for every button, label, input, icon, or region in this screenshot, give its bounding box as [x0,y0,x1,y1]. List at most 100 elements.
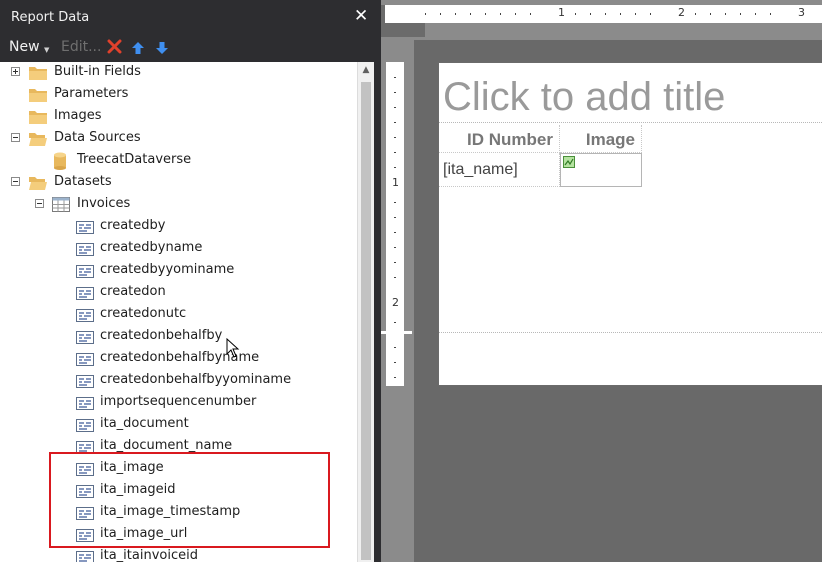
ruler-tick [770,13,771,15]
field-label: ita_document [100,416,189,431]
vertical-ruler: 1 2 [386,62,404,386]
field-icon [76,529,94,542]
ruler-label: 3 [798,6,805,19]
ruler-tick [710,13,711,15]
field-item[interactable]: createdby [0,216,357,238]
ruler-tick [394,322,396,323]
table-header-image[interactable]: Image [560,125,642,153]
image-placeholder-icon [563,156,575,168]
dataset-table-icon [52,197,70,212]
ruler-tick [590,13,591,15]
ruler-tick [455,13,456,15]
tree-item-datasets[interactable]: Datasets [0,172,357,194]
panel-title: Report Data [11,10,90,25]
folder-icon [29,111,47,124]
field-label: createdonbehalfby [100,328,223,343]
table-cell-ita-name[interactable]: [ita_name] [439,153,560,187]
field-item[interactable]: createdbyyominame [0,260,357,282]
ruler-tick [394,137,396,138]
field-icon [76,485,94,498]
ruler-tick [394,232,396,233]
tree-item-dataset-invoices[interactable]: Invoices [0,194,357,216]
collapse-icon[interactable] [11,133,20,142]
delete-icon[interactable] [107,38,123,54]
tree-item-parameters[interactable]: Parameters [0,84,357,106]
scrollbar-thumb[interactable] [361,82,371,560]
ruler-label: 2 [678,6,685,19]
ruler-tick [425,13,426,15]
chevron-down-icon[interactable]: ▼ [44,39,49,63]
ruler-tick [740,13,741,15]
edit-button[interactable]: Edit... [61,36,101,60]
field-icon [76,397,94,410]
field-label: createdon [100,284,166,299]
table-cell-image[interactable] [560,153,642,187]
ruler-label: 1 [392,176,399,189]
ruler-tick [394,122,396,123]
collapse-icon[interactable] [35,199,44,208]
table-header-id-number[interactable]: ID Number [439,125,560,153]
tree-item-label: TreecatDataverse [77,152,192,167]
tree-item-builtin-fields[interactable]: Built-in Fields [0,62,357,84]
move-up-icon[interactable] [131,39,145,54]
field-icon [76,353,94,366]
ruler-tick [440,13,441,15]
ruler-tick [575,13,576,15]
field-item[interactable]: createdon [0,282,357,304]
ruler-tick [394,247,396,248]
field-item[interactable]: ita_itainvoiceid [0,546,357,562]
open-folder-icon [29,177,47,190]
field-item[interactable]: ita_image_timestamp [0,502,357,524]
field-item[interactable]: createdonutc [0,304,357,326]
field-item[interactable]: createdonbehalfbyyominame [0,370,357,392]
ruler-tick [755,13,756,15]
report-title-placeholder[interactable]: Click to add title [443,75,725,120]
tree-scrollbar[interactable]: ▲ [357,62,374,562]
ruler-tick [620,13,621,15]
field-label: ita_itainvoiceid [100,548,198,562]
collapse-icon[interactable] [11,177,20,186]
field-item[interactable]: createdbyname [0,238,357,260]
field-label: ita_image_url [100,526,188,541]
move-down-icon[interactable] [155,39,169,54]
field-label: ita_image_timestamp [100,504,241,519]
field-item[interactable]: ita_document [0,414,357,436]
field-icon [76,419,94,432]
report-data-panel: Report Data ✕ New ▼ Edit... Built-in Fie… [0,0,378,562]
tree-item-label: Data Sources [54,130,141,145]
tree-item-data-source[interactable]: TreecatDataverse [0,150,357,172]
field-item[interactable]: ita_document_name [0,436,357,458]
field-item[interactable]: ita_image_url [0,524,357,546]
field-label: createdbyyominame [100,262,235,277]
tree-item-label: Invoices [77,196,131,211]
field-icon [76,309,94,322]
ruler-tick [394,377,396,378]
field-item[interactable]: createdonbehalfby [0,326,357,348]
field-label: createdbyname [100,240,203,255]
new-button[interactable]: New [9,36,40,60]
close-icon[interactable]: ✕ [354,6,370,26]
ruler-tick [695,13,696,15]
field-label: ita_imageid [100,482,176,497]
ruler-section-marker [381,331,412,334]
ruler-tick [725,13,726,15]
scroll-up-icon[interactable]: ▲ [360,64,372,76]
field-item[interactable]: importsequencenumber [0,392,357,414]
field-item[interactable]: ita_image [0,458,357,480]
tree-item-images[interactable]: Images [0,106,357,128]
ruler-tick [394,107,396,108]
database-icon [54,152,66,170]
field-icon [76,441,94,454]
ruler-tick [394,362,396,363]
horizontal-ruler: 1 2 3 [385,5,822,23]
ruler-tick [635,13,636,15]
tree-item-label: Parameters [54,86,129,101]
field-item[interactable]: createdonbehalfbyname [0,348,357,370]
ruler-tick [394,77,396,78]
title-separator [439,122,822,123]
field-icon [76,507,94,520]
field-item[interactable]: ita_imageid [0,480,357,502]
tree-item-data-sources[interactable]: Data Sources [0,128,357,150]
expand-icon[interactable] [11,67,20,76]
ruler-tick [394,262,396,263]
